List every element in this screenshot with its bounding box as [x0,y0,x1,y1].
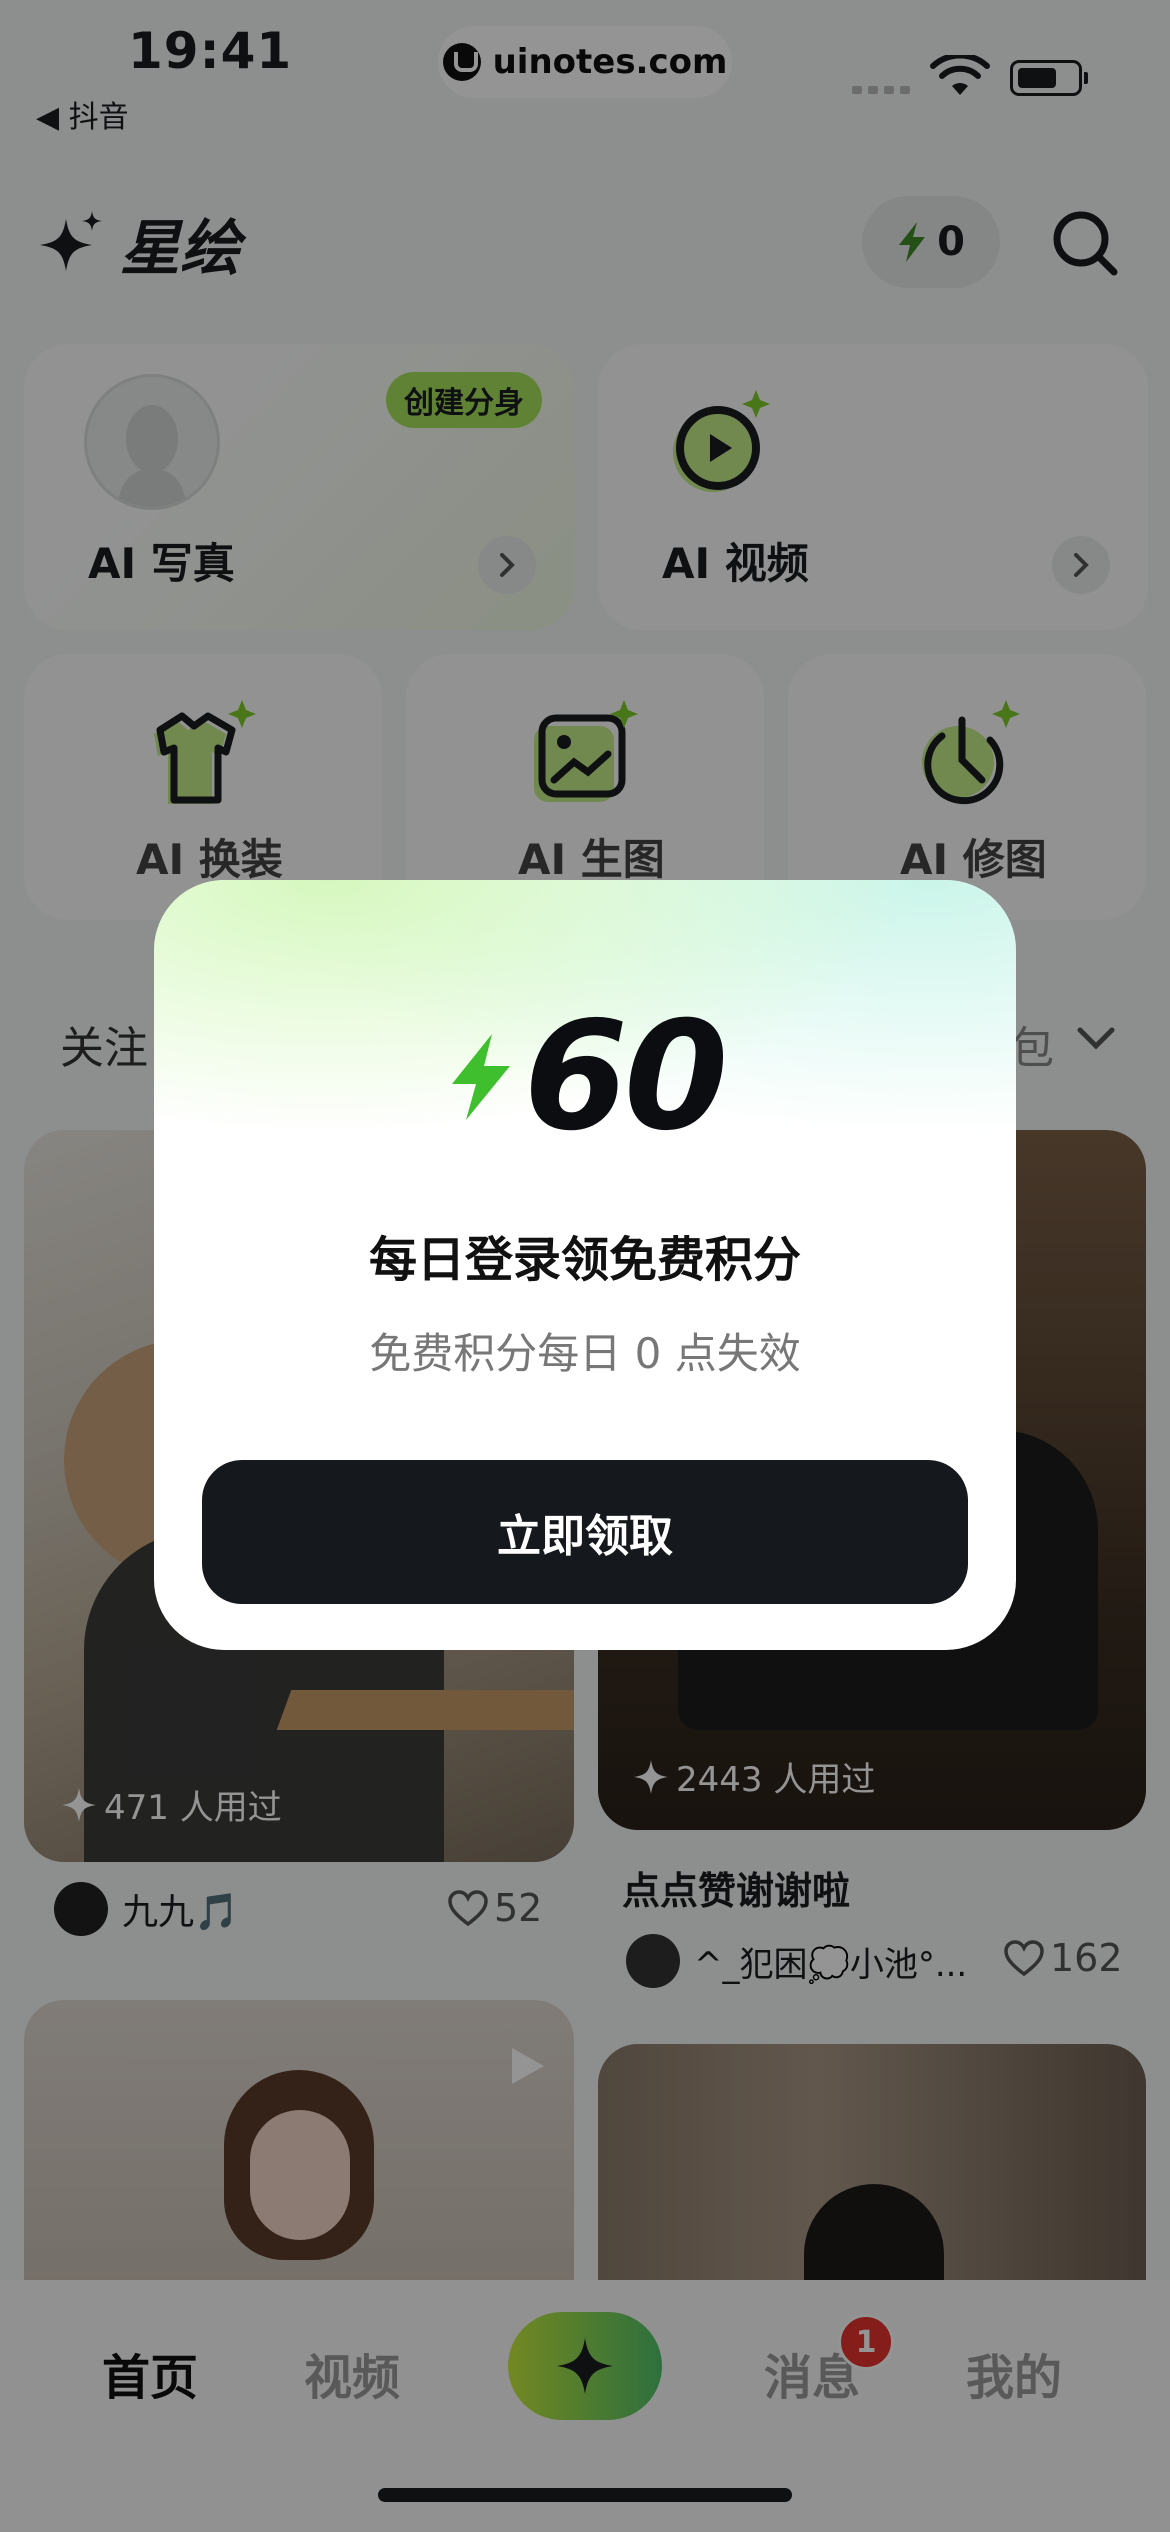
reward-points: 60 [154,990,1016,1164]
daily-points-modal: 60 每日登录领免费积分 免费积分每日 0 点失效 立即领取 [154,880,1016,1650]
lightning-icon [451,1034,510,1120]
claim-now-button[interactable]: 立即领取 [202,1460,968,1604]
modal-title: 每日登录领免费积分 [368,1232,801,1288]
reward-points-value: 60 [523,990,729,1164]
modal-subtitle: 免费积分每日 0 点失效 [369,1329,801,1378]
